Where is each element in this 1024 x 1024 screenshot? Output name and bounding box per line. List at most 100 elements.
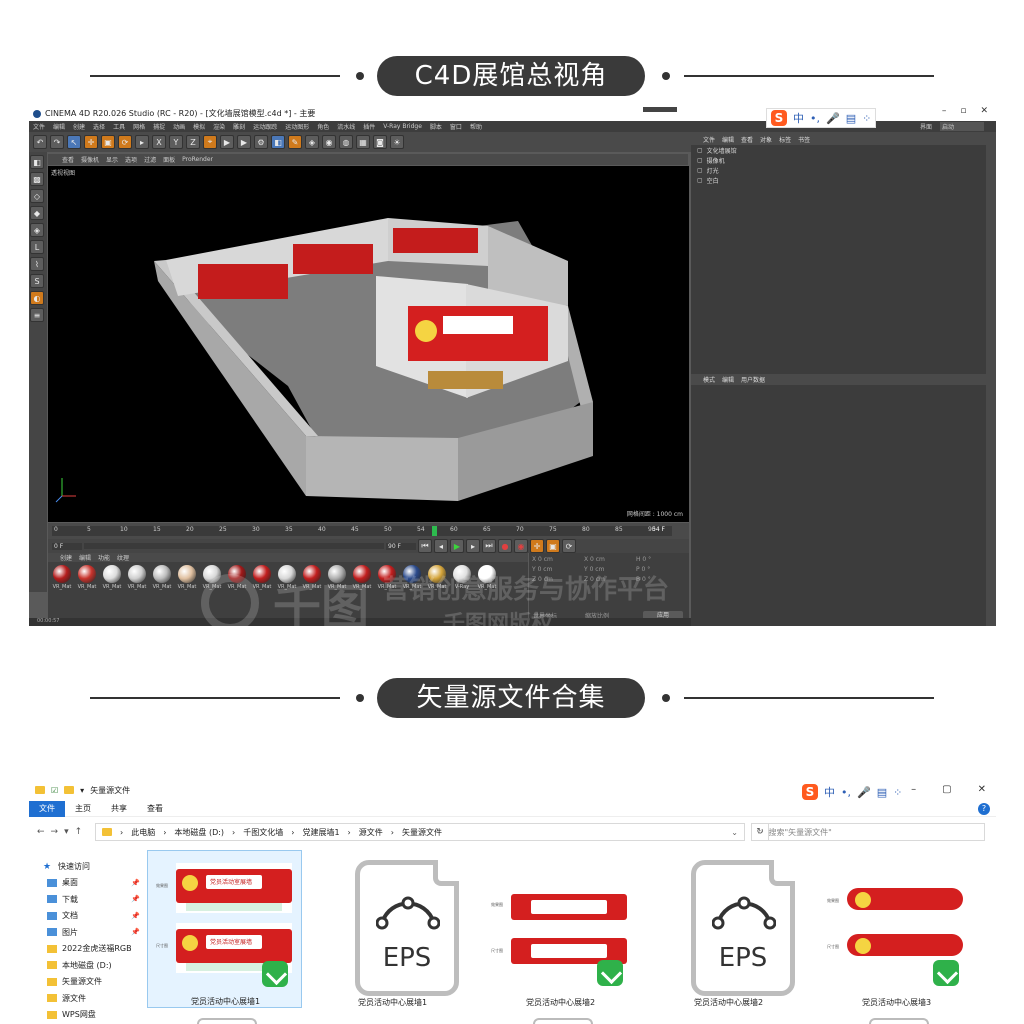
material-menu-item[interactable]: 创建 [60,553,72,562]
layout-select[interactable]: 启动 [939,122,984,131]
menu-item[interactable]: 动画 [173,122,185,131]
menu-item[interactable]: 选择 [93,122,105,131]
viewport-menu-item[interactable]: 选项 [125,155,137,164]
ime-keyboard-icon[interactable]: ▤ [877,786,887,799]
object-row[interactable]: ▢ 文化墙展馆 [691,145,986,155]
attribute-menu-item[interactable]: 用户数据 [741,375,765,384]
menu-item[interactable]: 创建 [73,122,85,131]
menu-item[interactable]: 网格 [133,122,145,131]
scale-icon[interactable]: ▣ [101,135,115,149]
render-settings-icon[interactable]: ⚙ [254,135,268,149]
ime-grid-icon[interactable]: ⁘ [862,112,871,125]
redo-icon[interactable]: ↷ [50,135,64,149]
file-item[interactable]: 效果图 尺寸图 党员活动中心展墙3 [819,850,974,1008]
polygons-mode-icon[interactable]: ◈ [30,223,44,237]
ime-toolbar[interactable]: S 中 •, 🎤 ▤ ⁘ [798,782,907,802]
coord-field[interactable]: Z 0 cm [584,576,630,586]
axis-mode-icon[interactable]: L [30,240,44,254]
minimize-button[interactable]: – [911,784,916,795]
material-swatch[interactable]: VR_Mat [151,565,173,592]
ime-grid-icon[interactable]: ⁘ [893,786,902,799]
frame-end-field[interactable]: 90 F [386,542,416,550]
close-button[interactable]: ✕ [980,106,988,121]
key-rotate-icon[interactable]: ⟳ [562,539,576,553]
move-icon[interactable]: ✛ [84,135,98,149]
go-to-start-icon[interactable]: ⏮ [418,539,432,553]
back-icon[interactable]: ← [37,827,45,837]
material-swatch[interactable]: VR_Mat [126,565,148,592]
attribute-menu-item[interactable]: 编辑 [722,375,734,384]
undo-icon[interactable]: ↶ [33,135,47,149]
menu-item[interactable]: 渲染 [213,122,225,131]
maximize-button[interactable]: ▢ [942,784,951,795]
model-mode-icon[interactable]: ◧ [30,155,44,169]
coord-field[interactable]: X 0 cm [584,556,630,566]
material-swatch[interactable]: VR_Mat [51,565,73,592]
menu-item[interactable]: 流水线 [337,122,355,131]
key-scale-icon[interactable]: ▣ [546,539,560,553]
coord-field[interactable]: Y 0 cm [532,566,578,576]
ime-punct-icon[interactable]: •, [841,786,851,799]
file-item[interactable]: EPS 党员活动中心展墙1 [315,850,470,1008]
recent-dropdown-icon[interactable]: ▾ [64,827,69,837]
render-picture-icon[interactable]: ▶ [237,135,251,149]
coord-field[interactable]: X 0 cm [532,556,578,566]
minimize-button[interactable]: – [942,106,947,121]
menu-item[interactable]: 雕刻 [233,122,245,131]
viewport-menu-item[interactable]: 摄像机 [81,155,99,164]
material-swatch[interactable]: VR_Mat [201,565,223,592]
texture-mode-icon[interactable]: ▩ [30,172,44,186]
nav-item[interactable]: 矢量源文件 [29,974,144,991]
material-swatch[interactable]: VR_Mat [376,565,398,592]
menu-item[interactable]: 帮助 [470,122,482,131]
menu-item[interactable]: 插件 [363,122,375,131]
y-axis-icon[interactable]: Y [169,135,183,149]
address-bar[interactable]: › 此电脑 › 本地磁盘 (D:) › 千图文化墙 › 党建展墙1 › 源文件 › 矢量源文件 ⌄ [95,823,745,841]
breadcrumb-item[interactable]: 本地磁盘 (D:) [174,827,224,838]
play-icon[interactable]: ▶ [450,539,464,553]
menu-item[interactable]: 窗口 [450,122,462,131]
points-mode-icon[interactable]: ◇ [30,189,44,203]
breadcrumb-item[interactable]: 千图文化墙 [243,827,283,838]
viewport-menu-item[interactable]: 显示 [106,155,118,164]
recent-tool-icon[interactable]: ▸ [135,135,149,149]
tweak-mode-icon[interactable]: ⌇ [30,257,44,271]
menu-item[interactable]: 脚本 [430,122,442,131]
close-button[interactable]: ✕ [978,784,986,795]
quick-access-dropdown-icon[interactable]: ▾ [80,786,84,795]
attribute-menu-item[interactable]: 模式 [703,375,715,384]
up-icon[interactable]: ↑ [75,827,83,837]
coord-field[interactable]: B 0 ° [636,576,682,586]
z-axis-icon[interactable]: Z [186,135,200,149]
perspective-viewport[interactable]: 透视视图 网格间距: 1000 cm [48,166,689,522]
nav-item[interactable]: 2022金虎送福RGB [29,941,144,958]
menu-item[interactable]: 工具 [113,122,125,131]
deformer-icon[interactable]: ◍ [339,135,353,149]
subdivision-icon[interactable]: ◈ [305,135,319,149]
menu-item[interactable]: 运动图形 [285,122,309,131]
object-menu-item[interactable]: 编辑 [722,135,734,144]
edges-mode-icon[interactable]: ◆ [30,206,44,220]
viewport-menu-item[interactable]: 查看 [62,155,74,164]
nav-item[interactable]: 本地磁盘 (D:) [29,957,144,974]
material-swatch[interactable]: VR_Mat [101,565,123,592]
rotate-icon[interactable]: ⟳ [118,135,132,149]
ribbon-tab[interactable]: 共享 [101,801,137,817]
material-swatch[interactable]: VR_Mat [326,565,348,592]
auto-key-icon[interactable]: ◉ [514,539,528,553]
object-row[interactable]: ▢ 灯光 [691,165,986,175]
menu-item[interactable]: 模拟 [193,122,205,131]
coord-field[interactable]: H 0 ° [636,556,682,566]
object-row[interactable]: ▢ 摄像机 [691,155,986,165]
file-item[interactable]: 效果图 党员活动室展墙 尺寸图 党员活动室展墙 党员活动中心展墙1 [147,850,302,1008]
object-menu-item[interactable]: 标签 [779,135,791,144]
forward-icon[interactable]: → [51,827,59,837]
object-menu-item[interactable]: 书签 [798,135,810,144]
pin-icon[interactable]: 📌 [131,912,140,920]
pin-icon[interactable]: 📌 [131,895,140,903]
material-swatch[interactable]: VR_Mat [351,565,373,592]
workplane-icon[interactable]: ◐ [30,291,44,305]
render-view-icon[interactable]: ▶ [220,135,234,149]
pin-icon[interactable]: 📌 [131,879,140,887]
material-swatch[interactable]: VR_Mat [251,565,273,592]
